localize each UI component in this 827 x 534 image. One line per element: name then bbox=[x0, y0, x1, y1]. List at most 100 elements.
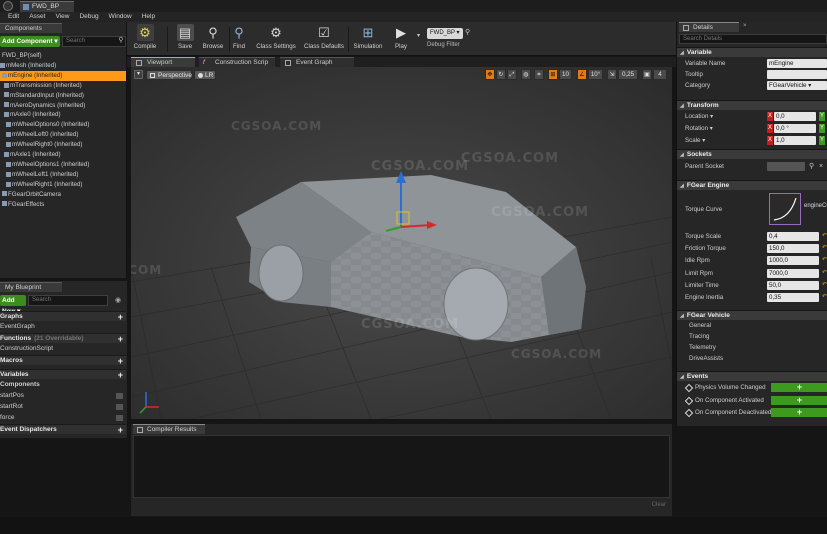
my-blueprint-tab[interactable]: My Blueprint bbox=[0, 282, 62, 292]
event-dispatchers-section[interactable]: Event Dispatchers + bbox=[0, 424, 126, 435]
play-button[interactable]: ▶ Play bbox=[389, 24, 413, 54]
clear-button[interactable]: Clear bbox=[652, 502, 666, 508]
class-defaults-button[interactable]: ☑ Class Defaults bbox=[301, 24, 347, 54]
scale-snap-icon[interactable]: ⇲ bbox=[607, 69, 617, 80]
scale-tool-icon[interactable]: ⤢ bbox=[507, 69, 517, 80]
component-tree-item[interactable]: mAxle1 (Inherited) bbox=[0, 150, 126, 160]
variable-section[interactable]: Variable bbox=[677, 47, 827, 57]
component-tree-item[interactable]: FGearEffects bbox=[0, 200, 126, 210]
close-icon[interactable]: × bbox=[743, 23, 747, 29]
browse-button[interactable]: ⚲ Browse bbox=[197, 24, 229, 54]
add-new-button[interactable]: Add New ▾ bbox=[0, 295, 26, 315]
engine-property-field[interactable]: 0,35 bbox=[767, 293, 819, 302]
visibility-toggle-icon[interactable] bbox=[116, 415, 123, 421]
component-tree-item[interactable]: mTransmission (Inherited) bbox=[0, 81, 126, 91]
add-event-button[interactable]: + bbox=[771, 396, 827, 405]
play-options-chevron-icon[interactable]: ▾ bbox=[417, 32, 420, 39]
add-variable-icon[interactable]: + bbox=[118, 370, 123, 380]
components-tab[interactable]: Components bbox=[0, 23, 62, 33]
menu-debug[interactable]: Debug bbox=[74, 12, 103, 22]
menu-asset[interactable]: Asset bbox=[24, 12, 50, 22]
details-tab[interactable]: Details bbox=[679, 22, 739, 32]
scale-label[interactable]: Scale ▾ bbox=[685, 135, 705, 146]
class-settings-button[interactable]: ⚙ Class Settings bbox=[253, 24, 299, 54]
details-search-input[interactable]: Search Details bbox=[679, 34, 827, 44]
engine-property-field[interactable]: 0,4 bbox=[767, 232, 819, 241]
component-tree-item[interactable]: mWheelOptions0 (Inherited) bbox=[0, 120, 126, 130]
vehicle-category-tracing[interactable]: Tracing bbox=[689, 333, 709, 340]
add-component-button[interactable]: Add Component ▾ bbox=[0, 36, 60, 47]
component-tree-item[interactable]: FGearOrbitCamera bbox=[0, 190, 126, 200]
add-function-icon[interactable]: + bbox=[118, 334, 123, 344]
rotation-snap-icon[interactable]: ∠ bbox=[577, 69, 587, 80]
add-macro-icon[interactable]: + bbox=[118, 356, 123, 366]
engine-property-field[interactable]: 150,0 bbox=[767, 244, 819, 254]
fgear-engine-section[interactable]: FGear Engine bbox=[677, 180, 827, 190]
variables-section[interactable]: Variables + bbox=[0, 369, 126, 380]
variable-item[interactable]: startRot bbox=[0, 402, 126, 412]
curve-asset-thumbnail[interactable] bbox=[769, 193, 801, 225]
vehicle-category-driveassists[interactable]: DriveAssists bbox=[689, 355, 723, 362]
component-tree-item[interactable]: mWheelRight0 (Inherited) bbox=[0, 140, 126, 150]
compile-button[interactable]: ⚙ Compile bbox=[127, 24, 163, 54]
scale-snap-value[interactable]: 0,25 bbox=[618, 69, 638, 80]
variable-name-field[interactable]: mEngine bbox=[767, 59, 827, 68]
variable-item[interactable]: force bbox=[0, 413, 126, 423]
rotation-x-field[interactable]: 0,0 ° bbox=[774, 124, 816, 133]
translate-tool-icon[interactable]: ✥ bbox=[485, 69, 495, 80]
visibility-toggle-icon[interactable] bbox=[116, 404, 123, 410]
search-icon[interactable]: ⚲ bbox=[809, 161, 814, 172]
menu-window[interactable]: Window bbox=[104, 12, 137, 22]
parent-socket-field[interactable] bbox=[767, 162, 805, 171]
blueprint-search-input[interactable]: Search bbox=[28, 295, 108, 306]
engine-property-field[interactable]: 1000,0 bbox=[767, 256, 819, 266]
engine-property-field[interactable]: 50,0 bbox=[767, 280, 819, 290]
component-tree-item[interactable]: mStandardInput (Inherited) bbox=[0, 91, 126, 101]
location-x-field[interactable]: 0,0 bbox=[774, 112, 816, 121]
lit-mode-button[interactable]: LR bbox=[194, 70, 216, 80]
component-tree-item[interactable]: mWheelRight1 (Inherited) bbox=[0, 180, 126, 190]
document-tab[interactable]: FWD_BP bbox=[20, 1, 74, 12]
eye-icon[interactable]: ◉ bbox=[110, 295, 126, 306]
tab-event-graph[interactable]: Event Graph bbox=[280, 57, 354, 67]
reset-to-default-icon[interactable]: ↶ bbox=[822, 244, 827, 253]
rotate-tool-icon[interactable]: ↻ bbox=[496, 69, 506, 80]
reset-to-default-icon[interactable]: ↶ bbox=[822, 232, 827, 241]
component-tree-item[interactable]: mWheelOptions1 (Inherited) bbox=[0, 160, 126, 170]
perspective-button[interactable]: Perspective bbox=[146, 70, 192, 80]
vehicle-category-general[interactable]: General bbox=[689, 322, 711, 329]
sockets-section[interactable]: Sockets bbox=[677, 149, 827, 159]
variable-item[interactable]: startPos bbox=[0, 391, 126, 401]
macros-section[interactable]: Macros + bbox=[0, 355, 126, 366]
menu-view[interactable]: View bbox=[50, 12, 74, 22]
add-event-button[interactable]: + bbox=[771, 383, 827, 392]
components-category[interactable]: Components bbox=[0, 380, 126, 390]
find-button[interactable]: ⚲ Find bbox=[227, 24, 251, 54]
tab-construction-script[interactable]: f Construction Scrip bbox=[199, 57, 275, 67]
component-tree-item[interactable]: mMesh (Inherited) bbox=[0, 61, 126, 71]
event-graph-item[interactable]: EventGraph bbox=[0, 322, 126, 332]
menu-edit[interactable]: Edit bbox=[0, 12, 24, 22]
events-section[interactable]: Events bbox=[677, 371, 827, 381]
construction-script-item[interactable]: ConstructionScript bbox=[0, 344, 126, 354]
camera-speed-value[interactable]: 4 bbox=[653, 69, 667, 80]
add-event-button[interactable]: + bbox=[771, 408, 827, 417]
camera-speed-icon[interactable]: ▣ bbox=[642, 69, 652, 80]
debug-object-dropdown[interactable]: FWD_BP ▾ bbox=[427, 28, 463, 39]
reset-to-default-icon[interactable]: ↶ bbox=[822, 281, 827, 290]
transform-section[interactable]: Transform bbox=[677, 100, 827, 110]
grid-snap-icon[interactable]: ⊞ bbox=[548, 69, 558, 80]
search-icon[interactable]: ⚲ bbox=[117, 37, 125, 45]
component-tree-item[interactable]: FWD_BP(self) bbox=[0, 51, 126, 61]
functions-section[interactable]: Functions (21 Overridable) + bbox=[0, 333, 126, 344]
reset-to-default-icon[interactable]: ↶ bbox=[822, 256, 827, 265]
rotation-snap-value[interactable]: 10° bbox=[588, 69, 603, 80]
rotation-label[interactable]: Rotation ▾ bbox=[685, 123, 713, 134]
clear-icon[interactable]: × bbox=[819, 161, 823, 172]
grid-snap-value[interactable]: 10 bbox=[559, 69, 572, 80]
category-dropdown[interactable]: FGearVehicle ▾ bbox=[767, 81, 827, 90]
add-graph-icon[interactable]: + bbox=[118, 312, 123, 322]
engine-property-field[interactable]: 7000,0 bbox=[767, 268, 819, 278]
vehicle-category-telemetry[interactable]: Telemetry bbox=[689, 344, 716, 351]
add-dispatcher-icon[interactable]: + bbox=[118, 425, 123, 435]
